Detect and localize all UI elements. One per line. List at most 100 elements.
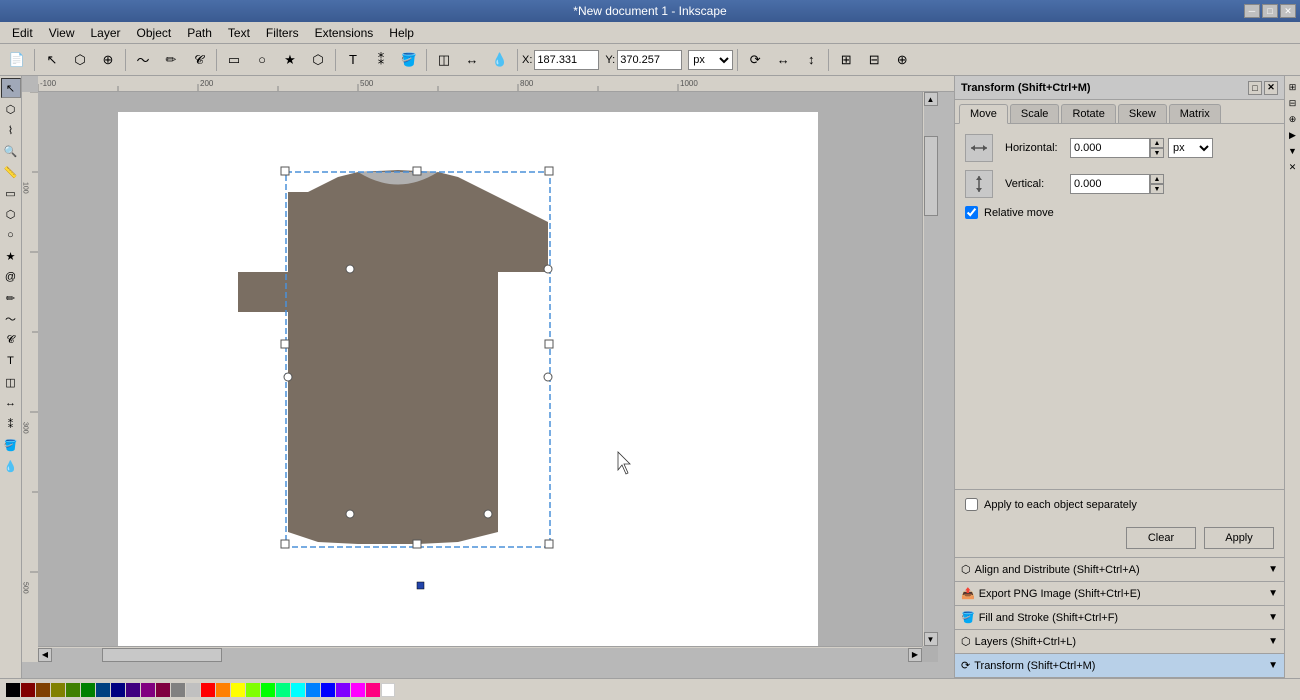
relative-move-checkbox[interactable] bbox=[965, 206, 978, 219]
text-tool[interactable]: T bbox=[340, 47, 366, 73]
menu-layer[interactable]: Layer bbox=[82, 24, 128, 42]
transform-collapsed-panel[interactable]: ⟳ Transform (Shift+Ctrl+M) ▼ bbox=[955, 654, 1284, 678]
unit-select[interactable]: px mm cm in bbox=[688, 50, 733, 70]
scroll-up-btn[interactable]: ▲ bbox=[924, 92, 938, 106]
swatch-magenta[interactable] bbox=[351, 683, 365, 697]
zoom-left-tool[interactable]: 🔍 bbox=[1, 141, 21, 161]
node4[interactable] bbox=[284, 373, 292, 381]
swatch-yellow[interactable] bbox=[231, 683, 245, 697]
horizontal-input[interactable] bbox=[1070, 138, 1150, 158]
y-input[interactable] bbox=[617, 50, 682, 70]
zoom-tool[interactable]: ⊕ bbox=[95, 47, 121, 73]
h-scrollbar[interactable]: ◀ ▶ bbox=[38, 646, 922, 662]
x-input[interactable] bbox=[534, 50, 599, 70]
menu-path[interactable]: Path bbox=[179, 24, 220, 42]
swatch-cyan[interactable] bbox=[291, 683, 305, 697]
menu-text[interactable]: Text bbox=[220, 24, 258, 42]
swatch-red[interactable] bbox=[201, 683, 215, 697]
tab-matrix[interactable]: Matrix bbox=[1169, 104, 1221, 123]
handle-tr[interactable] bbox=[545, 167, 553, 175]
node5[interactable] bbox=[346, 510, 354, 518]
handle-bl[interactable] bbox=[281, 540, 289, 548]
swatch-purple[interactable] bbox=[141, 683, 155, 697]
handle-br[interactable] bbox=[545, 540, 553, 548]
tweak-tool[interactable]: ⌇ bbox=[1, 120, 21, 140]
side-btn6[interactable]: ✕ bbox=[1286, 160, 1300, 174]
swatch-maroon[interactable] bbox=[21, 683, 35, 697]
snap-btn3[interactable]: ⊕ bbox=[889, 47, 915, 73]
fill-left-tool[interactable]: 🪣 bbox=[1, 435, 21, 455]
swatch-azure[interactable] bbox=[306, 683, 320, 697]
tab-rotate[interactable]: Rotate bbox=[1061, 104, 1115, 123]
tab-skew[interactable]: Skew bbox=[1118, 104, 1167, 123]
star-tool[interactable]: ★ bbox=[277, 47, 303, 73]
side-btn3[interactable]: ⊕ bbox=[1286, 112, 1300, 126]
vertical-up-btn[interactable]: ▲ bbox=[1150, 174, 1164, 184]
minimize-button[interactable]: ─ bbox=[1244, 4, 1260, 18]
layers-panel[interactable]: ⬡ Layers (Shift+Ctrl+L) ▼ bbox=[955, 630, 1284, 654]
side-btn5[interactable]: ▼ bbox=[1286, 144, 1300, 158]
fill-panel[interactable]: 🪣 Fill and Stroke (Shift+Ctrl+F) ▼ bbox=[955, 606, 1284, 630]
tab-scale[interactable]: Scale bbox=[1010, 104, 1060, 123]
rect-left-tool[interactable]: ▭ bbox=[1, 183, 21, 203]
side-btn2[interactable]: ⊟ bbox=[1286, 96, 1300, 110]
apply-each-label[interactable]: Apply to each object separately bbox=[984, 499, 1137, 511]
swatch-dp[interactable] bbox=[156, 683, 170, 697]
rect-tool[interactable]: ▭ bbox=[221, 47, 247, 73]
swatch-brown[interactable] bbox=[36, 683, 50, 697]
swatch-black[interactable] bbox=[6, 683, 20, 697]
clear-button[interactable]: Clear bbox=[1126, 527, 1196, 549]
close-button[interactable]: ✕ bbox=[1280, 4, 1296, 18]
side-btn4[interactable]: ▶ bbox=[1286, 128, 1300, 142]
callig-tool[interactable]: 𝓒 bbox=[186, 47, 212, 73]
bezier-tool[interactable]: 〜 bbox=[130, 47, 156, 73]
tab-move[interactable]: Move bbox=[959, 104, 1008, 124]
horizontal-down-btn[interactable]: ▼ bbox=[1150, 148, 1164, 158]
eyedropper-tool[interactable]: 💧 bbox=[487, 47, 513, 73]
export-panel[interactable]: 📤 Export PNG Image (Shift+Ctrl+E) ▼ bbox=[955, 582, 1284, 606]
select-tool[interactable]: ↖ bbox=[39, 47, 65, 73]
text-left-tool[interactable]: T bbox=[1, 351, 21, 371]
node3[interactable] bbox=[544, 373, 552, 381]
node-edit-tool[interactable]: ⬡ bbox=[1, 99, 21, 119]
apply-button[interactable]: Apply bbox=[1204, 527, 1274, 549]
v-scroll-thumb[interactable] bbox=[924, 136, 938, 216]
handle-tl[interactable] bbox=[281, 167, 289, 175]
swatch-violet[interactable] bbox=[336, 683, 350, 697]
snap-btn1[interactable]: ⊞ bbox=[833, 47, 859, 73]
snap-btn2[interactable]: ⊟ bbox=[861, 47, 887, 73]
connector-left-tool[interactable]: ↔ bbox=[1, 393, 21, 413]
menu-view[interactable]: View bbox=[41, 24, 83, 42]
scroll-left-btn[interactable]: ◀ bbox=[38, 648, 52, 662]
scroll-down-btn[interactable]: ▼ bbox=[924, 632, 938, 646]
horizontal-unit-select[interactable]: px mm cm in bbox=[1168, 138, 1213, 158]
spray-left-tool[interactable]: ⁑ bbox=[1, 414, 21, 434]
swatch-spring[interactable] bbox=[276, 683, 290, 697]
swatch-white[interactable] bbox=[381, 683, 395, 697]
swatch-silver[interactable] bbox=[186, 683, 200, 697]
gradient-tool[interactable]: ◫ bbox=[431, 47, 457, 73]
swatch-green[interactable] bbox=[81, 683, 95, 697]
vertical-input[interactable] bbox=[1070, 174, 1150, 194]
swatch-orange[interactable] bbox=[216, 683, 230, 697]
tshirt-path[interactable] bbox=[238, 170, 548, 544]
spray-tool[interactable]: ⁑ bbox=[368, 47, 394, 73]
measure-tool[interactable]: 📏 bbox=[1, 162, 21, 182]
circle-tool[interactable]: ○ bbox=[249, 47, 275, 73]
handle-ml[interactable] bbox=[281, 340, 289, 348]
swatch-chartreuse[interactable] bbox=[246, 683, 260, 697]
arrow-tool[interactable]: ↖ bbox=[1, 78, 21, 98]
swatch-gray[interactable] bbox=[171, 683, 185, 697]
h-scroll-thumb[interactable] bbox=[102, 648, 222, 662]
swatch-lime[interactable] bbox=[261, 683, 275, 697]
menu-object[interactable]: Object bbox=[129, 24, 180, 42]
handle-mr[interactable] bbox=[545, 340, 553, 348]
pencil-tool[interactable]: ✏ bbox=[158, 47, 184, 73]
panel-close-btn[interactable]: ✕ bbox=[1264, 81, 1278, 95]
maximize-button[interactable]: □ bbox=[1262, 4, 1278, 18]
menu-filters[interactable]: Filters bbox=[258, 24, 307, 42]
vertical-down-btn[interactable]: ▼ bbox=[1150, 184, 1164, 194]
side-btn1[interactable]: ⊞ bbox=[1286, 80, 1300, 94]
swatch-navy[interactable] bbox=[111, 683, 125, 697]
node6[interactable] bbox=[484, 510, 492, 518]
